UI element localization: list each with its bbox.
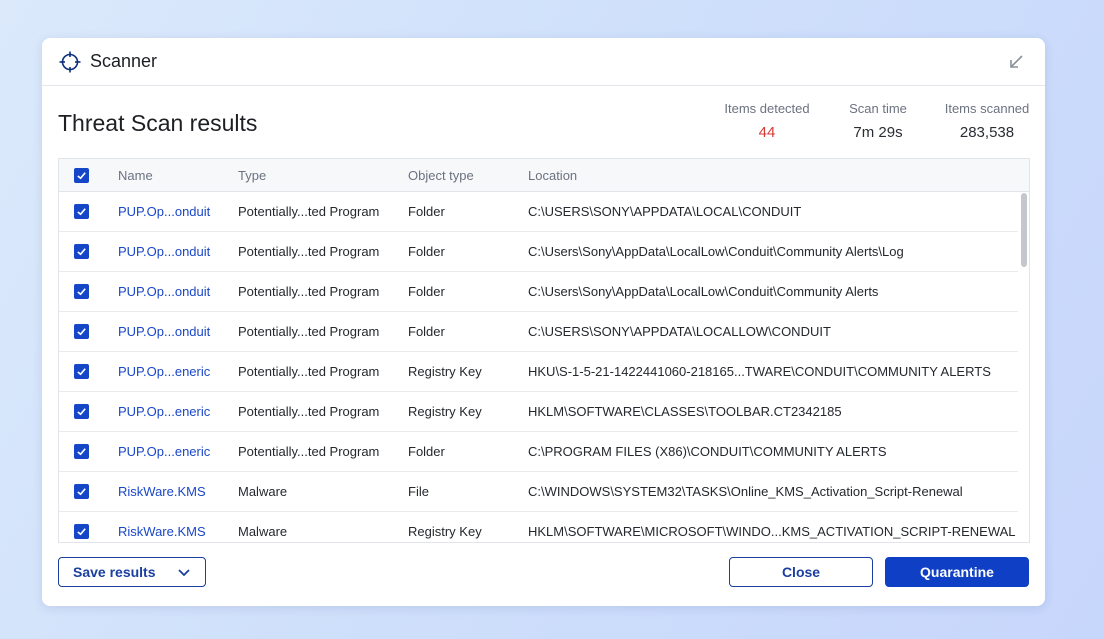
object-type: Folder <box>408 324 445 339</box>
window-title: Scanner <box>90 51 158 71</box>
save-results-label: Save results <box>73 564 156 580</box>
check-icon <box>77 248 86 256</box>
threat-name-link[interactable]: PUP.Op...eneric <box>118 364 210 379</box>
row-checkbox[interactable] <box>74 284 89 299</box>
check-icon <box>77 528 86 536</box>
threat-location: C:\Users\Sony\AppData\LocalLow\Conduit\C… <box>528 244 904 259</box>
threat-name-link[interactable]: PUP.Op...onduit <box>118 324 210 339</box>
object-type: Folder <box>408 244 445 259</box>
object-type: Registry Key <box>408 404 482 419</box>
stat-value: 7m 29s <box>853 124 903 141</box>
table-row[interactable]: PUP.Op...onduit Potentially...ted Program… <box>59 272 1018 312</box>
close-button[interactable]: Close <box>729 557 873 587</box>
stat-value: 44 <box>758 124 776 141</box>
stat-items-detected: Items detected 44 <box>722 101 812 141</box>
stat-label: Scan time <box>849 101 907 116</box>
header-type[interactable]: Type <box>238 168 266 183</box>
table-row[interactable]: RiskWare.KMS Malware Registry Key HKLM\SOFT… <box>59 512 1018 542</box>
crosshair-icon <box>58 50 82 74</box>
threat-name-link[interactable]: PUP.Op...eneric <box>118 404 210 419</box>
threat-type: Potentially...ted Program <box>238 244 380 259</box>
row-checkbox[interactable] <box>74 524 89 539</box>
threat-name-link[interactable]: PUP.Op...onduit <box>118 204 210 219</box>
object-type: Folder <box>408 204 445 219</box>
threat-name-link[interactable]: PUP.Op...eneric <box>118 444 210 459</box>
row-checkbox[interactable] <box>74 244 89 259</box>
table-row[interactable]: PUP.Op...onduit Potentially...ted Program… <box>59 192 1018 232</box>
threat-location: C:\Users\Sony\AppData\LocalLow\Conduit\C… <box>528 284 879 299</box>
object-type: Registry Key <box>408 524 482 539</box>
threat-location: C:\PROGRAM FILES (X86)\CONDUIT\COMMUNITY… <box>528 444 887 459</box>
chevron-down-icon <box>178 569 190 577</box>
check-icon <box>77 288 86 296</box>
scrollbar-thumb[interactable] <box>1021 193 1027 267</box>
stat-items-scanned: Items scanned 283,538 <box>940 101 1034 141</box>
quarantine-button[interactable]: Quarantine <box>885 557 1029 587</box>
save-results-button[interactable]: Save results <box>58 557 206 587</box>
check-icon <box>77 171 86 179</box>
object-type: Folder <box>408 444 445 459</box>
threat-name-link[interactable]: RiskWare.KMS <box>118 484 206 499</box>
check-icon <box>77 328 86 336</box>
threat-name-link[interactable]: RiskWare.KMS <box>118 524 206 539</box>
row-checkbox[interactable] <box>74 364 89 379</box>
row-checkbox[interactable] <box>74 404 89 419</box>
stat-scan-time: Scan time 7m 29s <box>838 101 918 141</box>
threat-type: Potentially...ted Program <box>238 324 380 339</box>
table-row[interactable]: PUP.Op...eneric Potentially...ted Program… <box>59 392 1018 432</box>
scanner-window: Scanner Threat Scan results Items detect… <box>42 38 1045 606</box>
check-icon <box>77 408 86 416</box>
title-bar: Scanner <box>42 38 1045 86</box>
row-checkbox[interactable] <box>74 484 89 499</box>
threat-name-link[interactable]: PUP.Op...onduit <box>118 244 210 259</box>
threat-type: Malware <box>238 484 288 499</box>
table-row[interactable]: PUP.Op...eneric Potentially...ted Program… <box>59 432 1018 472</box>
threat-location: HKLM\SOFTWARE\MICROSOFT\WINDO...KMS_ACTI… <box>528 524 1016 539</box>
threat-type: Potentially...ted Program <box>238 204 380 219</box>
check-icon <box>77 448 86 456</box>
table-row[interactable]: PUP.Op...onduit Potentially...ted Program… <box>59 232 1018 272</box>
threat-type: Potentially...ted Program <box>238 364 380 379</box>
table-row[interactable]: PUP.Op...eneric Potentially...ted Program… <box>59 352 1018 392</box>
threat-type: Potentially...ted Program <box>238 444 380 459</box>
header-location[interactable]: Location <box>528 168 577 183</box>
threat-location: C:\USERS\SONY\APPDATA\LOCALLOW\CONDUIT <box>528 324 831 339</box>
minimize-arrow-icon[interactable] <box>1007 53 1025 71</box>
threat-location: HKU\S-1-5-21-1422441060-218165...TWARE\C… <box>528 364 991 379</box>
stat-value: 283,538 <box>959 124 1015 141</box>
check-icon <box>77 208 86 216</box>
results-table: Name Type Object type Location PUP.Op...… <box>58 158 1030 543</box>
stat-label: Items scanned <box>944 101 1030 116</box>
table-row[interactable]: PUP.Op...onduit Potentially...ted Program… <box>59 312 1018 352</box>
object-type: Folder <box>408 284 445 299</box>
row-checkbox[interactable] <box>74 204 89 219</box>
row-checkbox[interactable] <box>74 324 89 339</box>
row-checkbox[interactable] <box>74 444 89 459</box>
stat-label: Items detected <box>724 101 810 116</box>
check-icon <box>77 368 86 376</box>
threat-location: HKLM\SOFTWARE\CLASSES\TOOLBAR.CT2342185 <box>528 404 842 419</box>
threat-location: C:\WINDOWS\SYSTEM32\TASKS\Online_KMS_Act… <box>528 484 963 499</box>
object-type: File <box>408 484 429 499</box>
table-row[interactable]: RiskWare.KMS Malware File C:\WINDOWS\SYSTEM… <box>59 472 1018 512</box>
threat-type: Potentially...ted Program <box>238 404 380 419</box>
threat-type: Malware <box>238 524 288 539</box>
table-header: Name Type Object type Location <box>59 159 1029 192</box>
header-object-type[interactable]: Object type <box>408 168 474 183</box>
threat-location: C:\USERS\SONY\APPDATA\LOCAL\CONDUIT <box>528 204 802 219</box>
select-all-checkbox[interactable] <box>74 167 89 183</box>
table-body: PUP.Op...onduit Potentially...ted Program… <box>59 192 1029 542</box>
threat-name-link[interactable]: PUP.Op...onduit <box>118 284 210 299</box>
page-title: Threat Scan results <box>58 110 258 136</box>
threat-type: Potentially...ted Program <box>238 284 380 299</box>
header-name[interactable]: Name <box>118 168 153 183</box>
check-icon <box>77 488 86 496</box>
object-type: Registry Key <box>408 364 482 379</box>
